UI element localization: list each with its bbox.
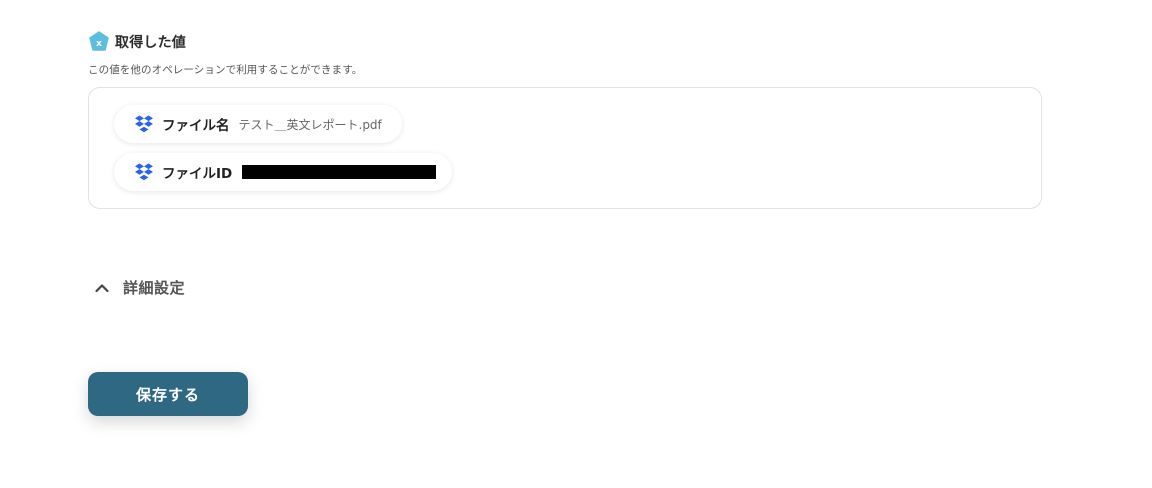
dropbox-icon — [134, 163, 153, 181]
advanced-settings-label: 詳細設定 — [123, 279, 186, 297]
dropbox-icon — [135, 115, 153, 133]
section-header: x 取得した値 — [89, 31, 186, 52]
save-button[interactable]: 保存する — [88, 372, 248, 416]
chevron-up-icon — [95, 283, 109, 292]
value-chip-value: テスト＿英文レポート.pdf — [238, 117, 382, 132]
value-chip-label: ファイル名 — [162, 118, 230, 134]
value-chip-file-id[interactable]: ファイルID — [114, 153, 452, 191]
value-chip-label: ファイルID — [161, 166, 233, 182]
section-description: この値を他のオペレーションで利用することができます。 — [88, 64, 363, 76]
value-chip-file-name[interactable]: ファイル名 テスト＿英文レポート.pdf — [114, 105, 402, 143]
advanced-settings-toggle[interactable]: 詳細設定 — [93, 277, 185, 298]
section-title: 取得した値 — [115, 34, 186, 51]
values-box: ファイル名 テスト＿英文レポート.pdf ファイルID — [88, 87, 1042, 209]
x-badge-icon: x — [89, 31, 109, 51]
svg-text:x: x — [96, 39, 102, 49]
redacted-value — [242, 165, 436, 179]
